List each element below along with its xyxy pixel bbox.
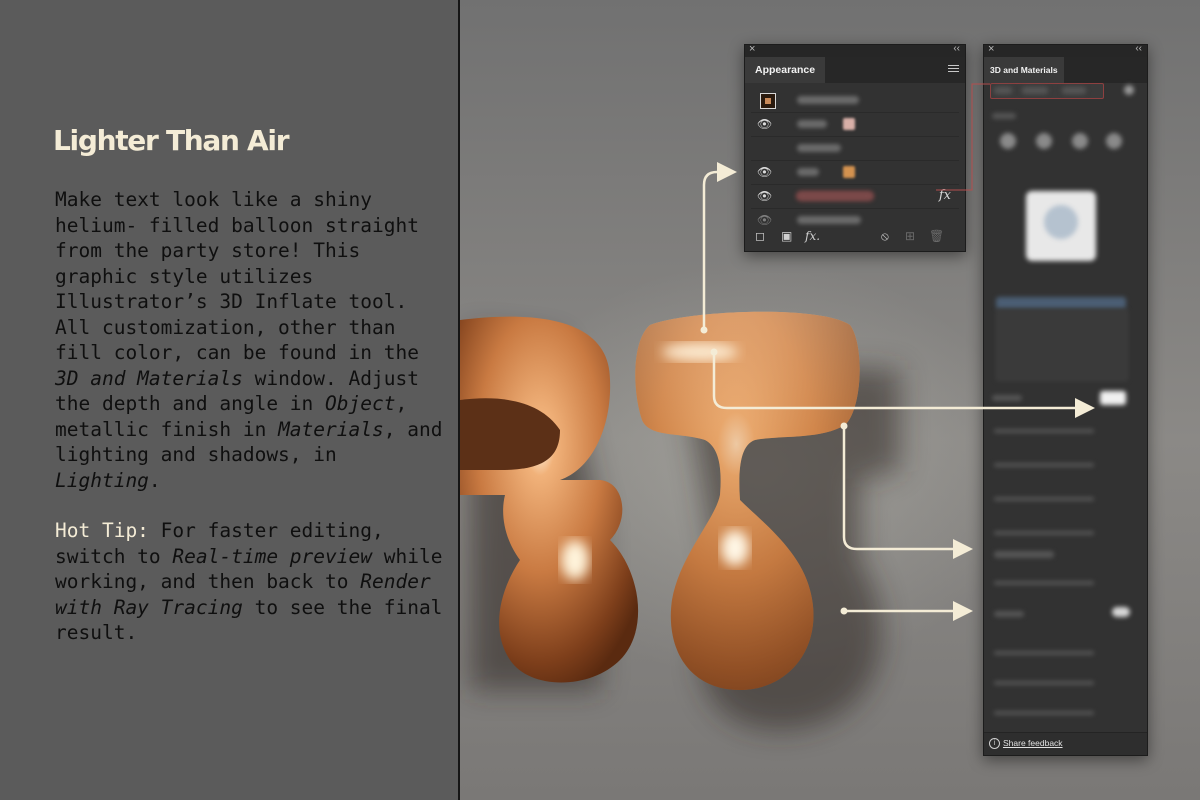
- list-item[interactable]: 👁 fx: [751, 185, 959, 209]
- emphasis-text: Object: [325, 392, 396, 415]
- visibility-eye-icon[interactable]: 👁: [757, 213, 772, 227]
- list-item[interactable]: [751, 89, 959, 113]
- list-item[interactable]: 👁: [751, 113, 959, 137]
- list-item[interactable]: [751, 137, 959, 161]
- appearance-tabbar: Appearance: [745, 57, 965, 83]
- blurred-tab: [1022, 87, 1048, 94]
- emphasis-text: Real-time preview: [172, 544, 372, 568]
- blurred-label: [994, 551, 1054, 558]
- materials-footer: i Share feedback: [984, 732, 1147, 755]
- stroke-swatch[interactable]: [843, 118, 855, 130]
- blurred-label: [796, 191, 874, 201]
- 3d-materials-panel: × ‹‹ 3D and Materials i Share feedback: [983, 43, 1148, 756]
- object-thumbnail-icon: [760, 93, 776, 109]
- visibility-eye-icon[interactable]: 👁: [757, 165, 772, 179]
- blurred-slider: [994, 531, 1094, 535]
- blurred-preset: [1072, 133, 1088, 149]
- emphasis-text: Materials: [278, 417, 384, 441]
- blurred-label: [797, 96, 859, 104]
- share-feedback-link[interactable]: Share feedback: [1003, 738, 1063, 748]
- filled-square-icon[interactable]: ▣: [781, 229, 792, 243]
- visibility-eye-icon[interactable]: 👁: [757, 189, 772, 203]
- clear-icon[interactable]: ⦸: [881, 229, 889, 244]
- materials-tabbar: 3D and Materials: [984, 57, 1147, 83]
- blurred-slider: [994, 711, 1094, 715]
- article-body: Make text look like a shiny helium- fill…: [55, 187, 450, 671]
- add-icon[interactable]: ⊞: [905, 229, 915, 243]
- appearance-attribute-list: 👁 👁 👁 fx 👁: [751, 89, 959, 232]
- blurred-preset: [1106, 133, 1122, 149]
- list-item[interactable]: 👁: [751, 161, 959, 185]
- tab-3d-and-materials[interactable]: 3D and Materials: [984, 57, 1064, 83]
- sphere: [1044, 205, 1078, 239]
- trash-icon[interactable]: 🗑: [929, 229, 944, 243]
- blurred-tab: [994, 87, 1012, 94]
- close-icon[interactable]: ×: [988, 43, 994, 55]
- materials-blurred-content: [984, 83, 1147, 733]
- hot-tip-paragraph: Hot Tip: For faster editing, switch to R…: [55, 518, 450, 646]
- body-text: Make text look like a shiny helium- fill…: [55, 188, 419, 364]
- blurred-slider: [994, 581, 1094, 585]
- blurred-tab: [1062, 87, 1086, 94]
- blurred-icon: [1124, 85, 1134, 95]
- article-panel: Lighter Than Air Make text look like a s…: [0, 0, 458, 800]
- hot-tip-label: Hot Tip:: [55, 519, 149, 542]
- appearance-footer: ◻ ▣ fx. ⦸ ⊞ 🗑: [753, 229, 957, 245]
- blurred-slider: [994, 651, 1094, 655]
- close-icon[interactable]: ×: [749, 43, 755, 55]
- emphasis-text: Lighting: [55, 468, 149, 492]
- blurred-slider: [994, 681, 1094, 685]
- collapse-icon[interactable]: ‹‹: [1135, 43, 1142, 54]
- body-text: .: [148, 468, 161, 492]
- color-swatch: [1100, 391, 1126, 405]
- collapse-icon[interactable]: ‹‹: [953, 43, 960, 54]
- light-list-item: [996, 297, 1126, 309]
- tab-appearance[interactable]: Appearance: [745, 57, 826, 83]
- blurred-slider: [994, 463, 1094, 467]
- light-list: [996, 309, 1128, 381]
- blurred-preset: [1000, 133, 1016, 149]
- blurred-label: [797, 216, 861, 224]
- blurred-label: [992, 113, 1016, 119]
- materials-titlebar: × ‹‹: [984, 43, 1147, 57]
- fill-swatch[interactable]: [843, 166, 855, 178]
- square-icon[interactable]: ◻: [755, 229, 765, 243]
- appearance-titlebar: × ‹‹: [745, 43, 965, 57]
- blurred-label: [992, 395, 1022, 401]
- blurred-slider: [994, 497, 1094, 501]
- blurred-label: [797, 144, 841, 152]
- fx-icon[interactable]: fx: [939, 188, 951, 203]
- shadow-toggle: [1112, 607, 1130, 617]
- panel-menu-icon[interactable]: [948, 63, 959, 74]
- blurred-slider: [994, 429, 1094, 433]
- fx-icon[interactable]: fx.: [805, 229, 820, 243]
- blurred-label: [797, 168, 819, 176]
- blurred-label: [797, 120, 827, 128]
- blurred-preset: [1036, 133, 1052, 149]
- visibility-eye-icon[interactable]: 👁: [757, 117, 772, 131]
- article-title: Lighter Than Air: [53, 124, 290, 157]
- info-icon: i: [989, 738, 1000, 749]
- blurred-label: [994, 611, 1024, 617]
- body-paragraph: Make text look like a shiny helium- fill…: [55, 187, 450, 493]
- emphasis-text: 3D and Materials: [55, 366, 243, 390]
- appearance-panel: × ‹‹ Appearance 👁 👁 👁 fx 👁 ◻ ▣ fx. ⦸ ⊞ 🗑: [744, 43, 966, 252]
